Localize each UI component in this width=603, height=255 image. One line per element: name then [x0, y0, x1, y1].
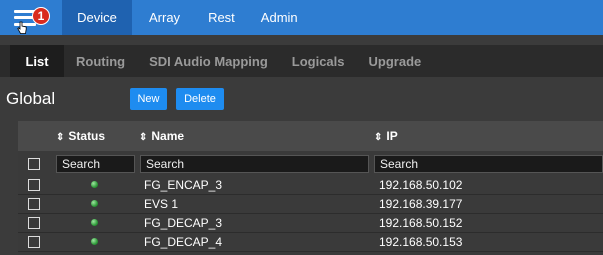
row-checkbox[interactable] — [28, 179, 40, 191]
new-button[interactable]: New — [130, 88, 167, 110]
tab-array[interactable]: Array — [132, 0, 200, 35]
status-online-icon — [91, 200, 98, 207]
sort-icon: ⇕ — [56, 132, 65, 143]
select-all-checkbox[interactable] — [28, 158, 40, 170]
page-header: Global New Delete — [0, 84, 603, 114]
hand-cursor-icon — [17, 21, 27, 34]
device-ip: 192.168.50.102 — [379, 178, 463, 192]
subtab-upgrade[interactable]: Upgrade — [357, 45, 434, 77]
row-checkbox[interactable] — [28, 236, 40, 248]
subtab-sdi-audio-mapping[interactable]: SDI Audio Mapping — [137, 45, 280, 77]
menu-button[interactable]: 1 — [0, 0, 62, 35]
column-header-name[interactable]: ⇕ Name — [139, 129, 184, 143]
tab-rest[interactable]: Rest — [200, 0, 255, 35]
top-nav: 1 Device Array Rest Admin — [0, 0, 603, 35]
column-header-status[interactable]: ⇕ Status — [56, 129, 105, 143]
device-ip: 192.168.50.152 — [379, 216, 463, 230]
subtab-list[interactable]: List — [10, 45, 64, 77]
table-row[interactable]: EVS 1 192.168.39.177 — [18, 195, 603, 214]
device-name: FG_DECAP_3 — [144, 216, 223, 230]
notification-badge[interactable]: 1 — [32, 7, 50, 25]
device-ip: 192.168.50.153 — [379, 235, 463, 249]
search-row — [18, 155, 603, 174]
table-header: ⇕ Status ⇕ Name ⇕ IP — [18, 121, 603, 151]
ip-search-input[interactable] — [374, 155, 603, 173]
table-row[interactable]: FG_ENCAP_3 192.168.50.102 — [18, 176, 603, 195]
tab-admin[interactable]: Admin — [255, 0, 314, 35]
row-checkbox[interactable] — [28, 217, 40, 229]
status-online-icon — [91, 238, 98, 245]
table-row[interactable]: FG_DECAP_3 192.168.50.152 — [18, 214, 603, 233]
device-ip: 192.168.39.177 — [379, 197, 463, 211]
delete-button[interactable]: Delete — [176, 88, 224, 110]
sort-icon: ⇕ — [374, 132, 383, 143]
column-header-ip[interactable]: ⇕ IP — [374, 129, 398, 143]
device-name: EVS 1 — [144, 197, 179, 211]
table-row[interactable]: FG_DECAP_4 192.168.50.153 — [18, 233, 603, 252]
tab-device[interactable]: Device — [62, 0, 132, 35]
device-table: ⇕Status ⇕Name ⇕IP FG_ENCAP_3 192.168.50.… — [18, 121, 603, 255]
sort-icon: ⇕ — [139, 132, 148, 143]
row-checkbox[interactable] — [28, 198, 40, 210]
status-search-input[interactable] — [56, 155, 135, 173]
name-search-input[interactable] — [140, 155, 369, 173]
page-title: Global — [6, 89, 56, 108]
subtab-logicals[interactable]: Logicals — [280, 45, 357, 77]
status-online-icon — [91, 181, 98, 188]
device-name: FG_DECAP_4 — [144, 235, 223, 249]
subtab-routing[interactable]: Routing — [64, 45, 137, 77]
sub-nav: List Routing SDI Audio Mapping Logicals … — [0, 45, 603, 77]
device-name: FG_ENCAP_3 — [144, 178, 223, 192]
status-online-icon — [91, 219, 98, 226]
